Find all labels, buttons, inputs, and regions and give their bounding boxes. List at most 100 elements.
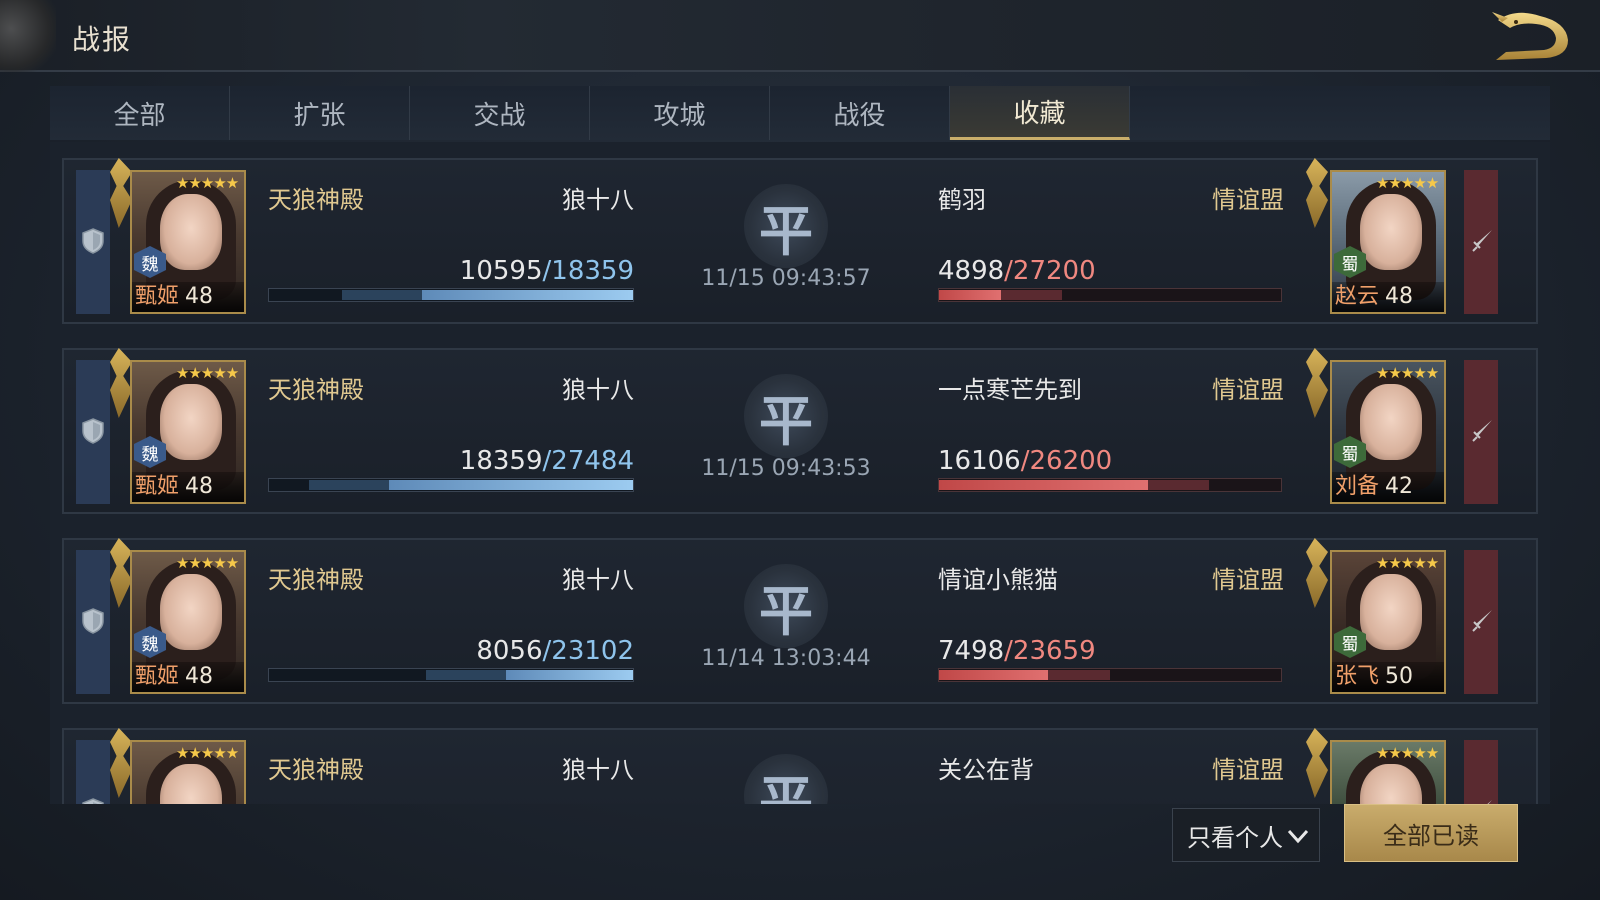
left-hero-portrait[interactable]: ★★★★★ 魏 甄姬 48: [130, 360, 246, 504]
battle-time: 11/14 13:03:44: [701, 646, 871, 671]
hero-level: 48: [185, 284, 214, 309]
hero-name-level: 刘备 42: [1332, 472, 1444, 502]
left-troops-bar: [268, 288, 634, 302]
hero-level: 42: [1385, 474, 1414, 499]
tab-expand[interactable]: 扩张: [230, 86, 410, 140]
hero-name: 甄姬: [135, 474, 180, 499]
top-bar: 战报: [0, 0, 1600, 72]
gold-dragon-ornament-icon: [1306, 728, 1328, 798]
right-player-name: 关公在背: [938, 756, 1034, 784]
star-rating-icon: ★★★★★: [1376, 744, 1439, 762]
replay-button[interactable]: [1464, 740, 1498, 804]
shield-icon: [82, 608, 104, 634]
left-guild-name: 天狼神殿: [268, 566, 364, 594]
gold-dragon-ornament-icon: [110, 158, 132, 228]
tab-favorites[interactable]: 收藏: [950, 86, 1130, 140]
left-troops-count: 10595/18359: [364, 256, 634, 286]
right-hero-portrait[interactable]: ★★★★★: [1330, 740, 1446, 804]
left-hero-portrait[interactable]: ★★★★★: [130, 740, 246, 804]
left-hero-portrait[interactable]: ★★★★★ 魏 甄姬 48: [130, 550, 246, 694]
draw-result-seal: 平: [744, 754, 828, 804]
battle-time: 11/15 09:43:57: [701, 266, 871, 291]
right-troops-max: /26200: [1020, 446, 1113, 476]
hero-level: 48: [185, 474, 214, 499]
hero-name: 甄姬: [135, 664, 180, 689]
star-rating-icon: ★★★★★: [176, 744, 239, 762]
personal-filter-dropdown[interactable]: 只看个人: [1172, 808, 1320, 862]
left-hero-portrait[interactable]: ★★★★★ 魏 甄姬 48: [130, 170, 246, 314]
right-player-name: 一点寒芒先到: [938, 376, 1082, 404]
right-player-name: 鹤羽: [938, 186, 986, 214]
right-hero-portrait[interactable]: ★★★★★ 蜀 刘备 42: [1330, 360, 1446, 504]
tab-siege[interactable]: 攻城: [590, 86, 770, 140]
battle-time: 11/15 09:43:53: [701, 456, 871, 481]
hero-face: [160, 384, 222, 460]
chevron-down-icon: [1287, 829, 1309, 844]
left-player-name: 狼十八: [562, 376, 634, 404]
right-troops-remaining: 7498: [938, 636, 1005, 666]
right-player-name: 情谊小熊猫: [938, 566, 1058, 594]
shield-icon: [82, 418, 104, 444]
mark-all-read-button[interactable]: 全部已读: [1344, 804, 1518, 862]
right-troops-max: /23659: [1004, 636, 1096, 666]
replay-button[interactable]: [1464, 550, 1498, 694]
right-troops-bar: [938, 288, 1282, 302]
left-troops-max: /18359: [542, 256, 634, 286]
left-troops-fill: [389, 480, 633, 490]
report-card[interactable]: ★★★★★ 魏 甄姬 48 天狼神殿 狼十八 18359/27484 平 11/1…: [62, 348, 1538, 514]
report-list[interactable]: ★★★★★ 魏 甄姬 48 天狼神殿 狼十八 10595/18359 平 11/1…: [50, 142, 1550, 804]
right-troops-fill: [939, 670, 1049, 680]
left-troops-count: 18359/27484: [364, 446, 634, 476]
hero-name-level: 赵云 48: [1332, 282, 1444, 312]
hero-name: 赵云: [1335, 284, 1380, 309]
right-hero-portrait[interactable]: ★★★★★ 蜀 张飞 50: [1330, 550, 1446, 694]
right-guild-name: 情谊盟: [1212, 376, 1284, 404]
right-troops-count: 4898/27200: [938, 256, 1096, 286]
tab-campaign[interactable]: 战役: [770, 86, 950, 140]
right-troops-count: 16106/26200: [938, 446, 1112, 476]
right-troops-bar: [938, 668, 1282, 682]
hero-name-level: 甄姬 48: [132, 472, 244, 502]
left-troops-remaining: 8056: [476, 636, 543, 666]
tab-combat[interactable]: 交战: [410, 86, 590, 140]
draw-result-seal: 平: [744, 564, 828, 648]
replay-button[interactable]: [1464, 360, 1498, 504]
left-troops-remaining: 18359: [459, 446, 543, 476]
sword-icon: [1472, 230, 1492, 252]
dragon-back-icon: [1492, 12, 1568, 60]
right-troops-fill: [939, 480, 1148, 490]
left-guild-name: 天狼神殿: [268, 186, 364, 214]
sword-icon: [1472, 610, 1492, 632]
left-player-name: 狼十八: [562, 186, 634, 214]
star-rating-icon: ★★★★★: [176, 174, 239, 192]
tab-all[interactable]: 全部: [50, 86, 230, 140]
left-troops-bar: [268, 668, 634, 682]
right-hero-portrait[interactable]: ★★★★★ 蜀 赵云 48: [1330, 170, 1446, 314]
back-button[interactable]: [1488, 8, 1574, 64]
page-title: 战报: [72, 23, 133, 56]
left-troops-count: 8056/23102: [364, 636, 634, 666]
report-card[interactable]: ★★★★★ 天狼神殿 狼十八 平 关公在背 情谊盟 ★★★★★: [62, 728, 1538, 804]
hero-face: [160, 194, 222, 270]
hero-face: [1360, 194, 1422, 270]
right-troops-remaining: 16106: [938, 446, 1021, 476]
left-troops-remaining: 10595: [459, 256, 543, 286]
hero-level: 48: [1385, 284, 1414, 309]
left-troops-fill: [505, 670, 633, 680]
hero-level: 48: [185, 664, 214, 689]
right-troops-remaining: 4898: [938, 256, 1005, 286]
hero-name: 甄姬: [135, 284, 180, 309]
sword-icon: [1472, 420, 1492, 442]
replay-button[interactable]: [1464, 170, 1498, 314]
gold-dragon-ornament-icon: [1306, 158, 1328, 228]
report-card[interactable]: ★★★★★ 魏 甄姬 48 天狼神殿 狼十八 8056/23102 平 11/14…: [62, 538, 1538, 704]
hero-name-level: 张飞 50: [1332, 662, 1444, 692]
left-player-name: 狼十八: [562, 756, 634, 784]
hero-name: 刘备: [1335, 474, 1380, 499]
left-troops-max: /23102: [542, 636, 634, 666]
report-card[interactable]: ★★★★★ 魏 甄姬 48 天狼神殿 狼十八 10595/18359 平 11/1…: [62, 158, 1538, 324]
left-player-name: 狼十八: [562, 566, 634, 594]
right-guild-name: 情谊盟: [1212, 756, 1284, 784]
right-troops-max: /27200: [1004, 256, 1096, 286]
right-guild-name: 情谊盟: [1212, 186, 1284, 214]
